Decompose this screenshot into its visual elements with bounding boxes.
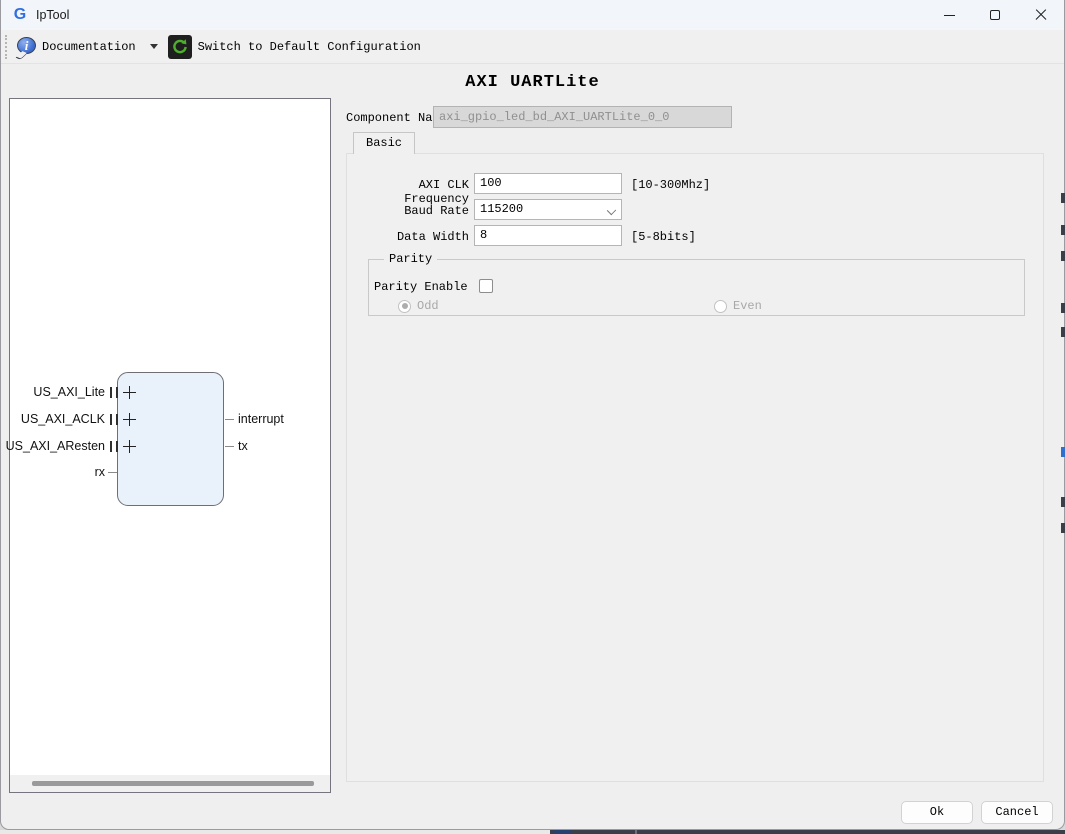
edge-artifact	[1061, 193, 1065, 203]
desktop-sliver	[0, 830, 1065, 834]
page-title: AXI UARTLite	[465, 73, 600, 92]
data-width-hint: [5-8bits]	[631, 230, 696, 244]
edge-artifact	[1061, 303, 1065, 313]
taskbar-accent	[553, 830, 572, 834]
data-width-input[interactable]: 8	[474, 225, 622, 246]
port-pin-icon	[108, 441, 118, 452]
parity-odd-option[interactable]: Odd	[398, 299, 439, 313]
window-controls	[926, 0, 1064, 30]
baud-rate-value: 115200	[480, 202, 524, 216]
edge-artifact	[1061, 497, 1065, 507]
window-title: IpTool	[36, 8, 70, 22]
parity-group-legend: Parity	[384, 252, 438, 266]
edge-artifact	[1061, 251, 1065, 261]
parity-even-option[interactable]: Even	[714, 299, 762, 313]
taskbar-separator	[635, 830, 637, 834]
basic-tab-panel: AXI CLK Frequency 100 [10-300Mhz] Baud R…	[346, 153, 1044, 782]
taskbar-strip	[550, 830, 1065, 834]
parity-odd-radio[interactable]	[398, 299, 411, 313]
documentation-info-icon[interactable]: i	[15, 37, 36, 60]
port-pin-icon	[225, 446, 234, 447]
edge-artifact	[1061, 447, 1065, 457]
refresh-icon	[172, 38, 187, 53]
edge-artifact	[1061, 225, 1065, 235]
chevron-down-icon	[606, 205, 617, 216]
parity-enable-checkbox[interactable]	[479, 279, 493, 293]
port-label-interrupt: interrupt	[238, 412, 284, 426]
axi-clk-frequency-input[interactable]: 100	[474, 173, 622, 194]
parity-even-label: Even	[733, 299, 762, 313]
parity-enable-label: Parity Enable	[374, 280, 468, 294]
axi-clk-frequency-hint: [10-300Mhz]	[631, 178, 711, 192]
axi-clk-frequency-label: AXI CLK Frequency	[404, 178, 469, 206]
ok-button[interactable]: Ok	[901, 801, 973, 824]
port-label-rx: rx	[94, 465, 105, 479]
expand-port-icon[interactable]	[123, 413, 136, 426]
data-width-label: Data Width	[396, 230, 469, 244]
port-pin-icon	[225, 419, 234, 420]
parity-even-radio[interactable]	[714, 299, 727, 313]
port-label-us-axi-lite: US_AXI_Lite	[33, 385, 105, 399]
parity-group: Parity Parity Enable Odd Even	[368, 252, 1025, 316]
port-pin-icon	[108, 414, 118, 425]
close-button[interactable]	[1018, 0, 1064, 30]
baud-rate-select[interactable]: 115200	[474, 199, 622, 220]
component-name-label: Component Name	[346, 111, 447, 125]
expand-port-icon[interactable]	[123, 386, 136, 399]
diagram-hscrollbar[interactable]	[10, 775, 330, 792]
documentation-dropdown-icon[interactable]	[149, 44, 158, 49]
port-pin-icon	[108, 472, 117, 473]
port-label-us-axi-aclk: US_AXI_ACLK	[20, 412, 105, 426]
app-window: G IpTool i Documentation Switch to Defau…	[0, 0, 1065, 830]
toolbar-grip[interactable]	[5, 34, 9, 59]
port-label-us-axi-aresten: US_AXI_AResten	[5, 439, 105, 453]
toolbar: i Documentation Switch to Default Config…	[1, 30, 1064, 64]
close-icon	[1035, 9, 1047, 21]
documentation-button[interactable]: Documentation	[42, 40, 136, 54]
expand-port-icon[interactable]	[123, 440, 136, 453]
tab-basic[interactable]: Basic	[353, 132, 416, 154]
port-pin-icon	[108, 387, 118, 398]
titlebar: G IpTool	[1, 0, 1064, 30]
diagram-hscrollbar-thumb[interactable]	[32, 781, 314, 786]
edge-artifact	[1061, 523, 1065, 533]
baud-rate-label: Baud Rate	[404, 204, 469, 218]
port-label-tx: tx	[238, 439, 248, 453]
parity-odd-label: Odd	[417, 299, 439, 313]
maximize-button[interactable]	[972, 0, 1018, 30]
cancel-button[interactable]: Cancel	[981, 801, 1053, 824]
switch-default-config-button[interactable]	[167, 34, 192, 59]
switch-default-config-label[interactable]: Switch to Default Configuration	[198, 40, 421, 54]
app-logo-icon: G	[13, 6, 27, 23]
minimize-icon	[943, 14, 955, 16]
edge-artifact	[1061, 327, 1065, 337]
maximize-icon	[990, 10, 1000, 20]
minimize-button[interactable]	[926, 0, 972, 30]
block-diagram-panel: US_AXI_Lite US_AXI_ACLK US_AXI_AResten r…	[5, 98, 331, 793]
component-name-field: axi_gpio_led_bd_AXI_UARTLite_0_0	[433, 106, 732, 128]
